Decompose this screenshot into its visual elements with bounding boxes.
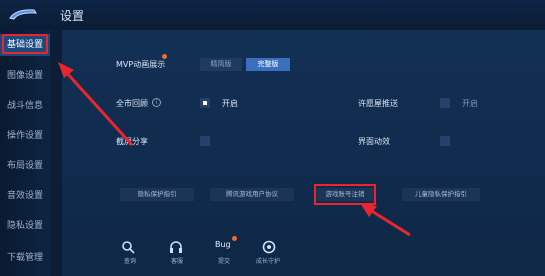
annotation-arrows bbox=[58, 62, 411, 237]
